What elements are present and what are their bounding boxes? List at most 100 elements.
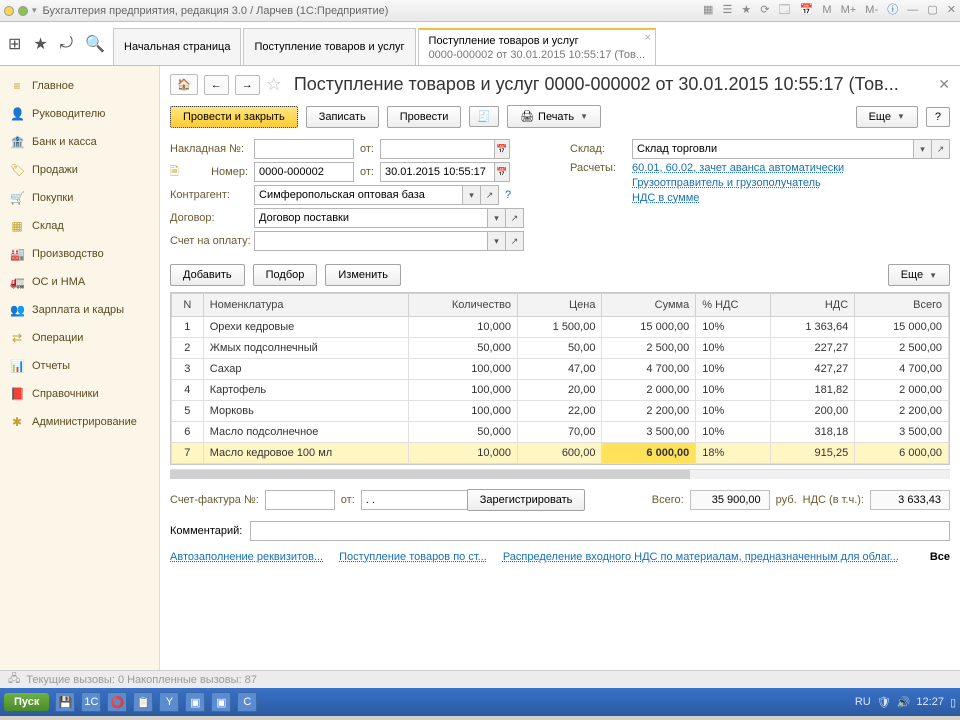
open-icon[interactable]: ↗ [481, 185, 499, 205]
table-cell[interactable]: 50,00 [517, 338, 602, 359]
dropdown-icon[interactable]: ▾ [488, 208, 506, 228]
table-header[interactable]: Сумма [602, 294, 696, 317]
help-button[interactable]: ? [926, 107, 950, 127]
docno-input[interactable] [254, 162, 354, 182]
tab[interactable]: Начальная страница [113, 28, 241, 65]
pin-icon[interactable]: ⤾ [60, 35, 73, 53]
warehouse-input[interactable] [632, 139, 914, 159]
table-row[interactable]: 4Картофель100,00020,002 000,0010%181,822… [172, 380, 949, 401]
taskbar-app-icon[interactable]: C [237, 692, 257, 712]
taskbar-app-icon[interactable]: ▣ [185, 692, 205, 712]
search-icon[interactable]: 🔍 [85, 34, 105, 54]
items-table[interactable]: NНоменклатураКоличествоЦенаСумма% НДСНДС… [170, 292, 950, 465]
table-cell[interactable]: 5 [172, 401, 204, 422]
tool-icon[interactable]: ☰ [722, 4, 732, 16]
pick-button[interactable]: Подбор [253, 264, 318, 286]
horizontal-scrollbar[interactable] [170, 469, 950, 479]
tray-clock[interactable]: 12:27 [916, 696, 944, 708]
tray-lang[interactable]: RU [855, 696, 871, 708]
table-cell[interactable]: 6 [172, 422, 204, 443]
table-cell[interactable]: 915,25 [770, 443, 855, 464]
table-cell[interactable]: 50,000 [408, 422, 517, 443]
sidebar-item[interactable]: ⇄Операции [0, 324, 159, 352]
table-cell[interactable]: 18% [696, 443, 770, 464]
sidebar-item[interactable]: 👤Руководителю [0, 100, 159, 128]
minimize-icon[interactable]: — [907, 4, 918, 16]
taskbar-app-icon[interactable]: 1С [81, 692, 101, 712]
tab[interactable]: Поступление товаров и услуг [243, 28, 415, 65]
table-cell[interactable]: Жмых подсолнечный [203, 338, 408, 359]
table-cell[interactable]: 10% [696, 338, 770, 359]
table-cell[interactable]: 10% [696, 317, 770, 338]
m-minus-icon[interactable]: M- [865, 4, 878, 16]
table-cell[interactable]: 10% [696, 401, 770, 422]
all-links-button[interactable]: Все [930, 551, 950, 563]
table-cell[interactable]: 2 500,00 [855, 338, 949, 359]
table-cell[interactable]: 318,18 [770, 422, 855, 443]
table-cell[interactable]: 15 000,00 [855, 317, 949, 338]
movements-button[interactable]: 🧾 [469, 106, 499, 127]
post-button[interactable]: Провести [387, 106, 462, 128]
table-cell[interactable]: 2 000,00 [602, 380, 696, 401]
taskbar-app-icon[interactable]: Y [159, 692, 179, 712]
table-cell[interactable]: Сахар [203, 359, 408, 380]
m-plus-icon[interactable]: M+ [841, 4, 857, 16]
table-cell[interactable]: 1 [172, 317, 204, 338]
table-cell[interactable]: 4 [172, 380, 204, 401]
table-cell[interactable]: 4 700,00 [602, 359, 696, 380]
print-dropdown[interactable]: 🖨Печать [507, 105, 601, 128]
table-cell[interactable]: 10% [696, 380, 770, 401]
table-cell[interactable]: Картофель [203, 380, 408, 401]
tray-icon[interactable]: 🛡 [877, 696, 891, 709]
table-cell[interactable]: 2 500,00 [602, 338, 696, 359]
favorite-icon[interactable]: ★ [33, 34, 47, 54]
table-cell[interactable]: 100,000 [408, 380, 517, 401]
table-cell[interactable]: 100,000 [408, 359, 517, 380]
sidebar-item[interactable]: 🛒Покупки [0, 184, 159, 212]
post-and-close-button[interactable]: Провести и закрыть [170, 106, 298, 128]
table-cell[interactable]: 3 [172, 359, 204, 380]
table-header[interactable]: N [172, 294, 204, 317]
calc-link[interactable]: 60.01, 60.02, зачет аванса автоматически [632, 162, 844, 174]
sidebar-item[interactable]: 🏷Продажи [0, 156, 159, 184]
tab[interactable]: Поступление товаров и услуг0000-000002 о… [418, 28, 657, 65]
sidebar-item[interactable]: 🚛ОС и НМА [0, 268, 159, 296]
table-cell[interactable]: 20,00 [517, 380, 602, 401]
table-row[interactable]: 7Масло кедровое 100 мл10,000600,006 000,… [172, 443, 949, 464]
table-header[interactable]: НДС [770, 294, 855, 317]
counterparty-input[interactable] [254, 185, 463, 205]
calendar-icon[interactable]: 📅 [495, 139, 510, 159]
table-cell[interactable]: Орехи кедровые [203, 317, 408, 338]
dropdown-icon[interactable]: ▾ [488, 231, 506, 251]
sidebar-item[interactable]: ✱Администрирование [0, 408, 159, 436]
receipt-link[interactable]: Поступление товаров по ст... [339, 551, 487, 563]
table-cell[interactable]: 10% [696, 359, 770, 380]
table-cell[interactable]: 3 500,00 [602, 422, 696, 443]
taskbar-app-icon[interactable]: ▣ [211, 692, 231, 712]
sidebar-item[interactable]: ≡Главное [0, 72, 159, 100]
table-cell[interactable]: 227,27 [770, 338, 855, 359]
favorite-toggle-icon[interactable]: ☆ [266, 74, 282, 95]
sidebar-item[interactable]: ▦Склад [0, 212, 159, 240]
table-header[interactable]: Всего [855, 294, 949, 317]
doc-icon[interactable]: 🗎 [170, 163, 188, 182]
sidebar-item[interactable]: 📊Отчеты [0, 352, 159, 380]
tool-icon[interactable]: 📅 [800, 4, 814, 16]
tool-icon[interactable]: 🗔 [779, 4, 791, 16]
table-header[interactable]: Номенклатура [203, 294, 408, 317]
table-cell[interactable]: 47,00 [517, 359, 602, 380]
table-row[interactable]: 2Жмых подсолнечный50,00050,002 500,0010%… [172, 338, 949, 359]
close-tab-icon[interactable]: × [645, 32, 651, 44]
table-row[interactable]: 1Орехи кедровые10,0001 500,0015 000,0010… [172, 317, 949, 338]
sidebar-item[interactable]: 👥Зарплата и кадры [0, 296, 159, 324]
taskbar-app-icon[interactable]: 📋 [133, 692, 153, 712]
contract-input[interactable] [254, 208, 488, 228]
tray-icon[interactable]: ▯ [950, 696, 956, 709]
table-cell[interactable]: Морковь [203, 401, 408, 422]
table-cell[interactable]: 50,000 [408, 338, 517, 359]
forward-button[interactable]: → [235, 75, 260, 95]
home-button[interactable]: 🏠 [170, 74, 198, 95]
maximize-icon[interactable]: ▢ [927, 4, 937, 16]
table-cell[interactable]: 22,00 [517, 401, 602, 422]
apps-grid-icon[interactable]: ⊞ [8, 34, 21, 54]
